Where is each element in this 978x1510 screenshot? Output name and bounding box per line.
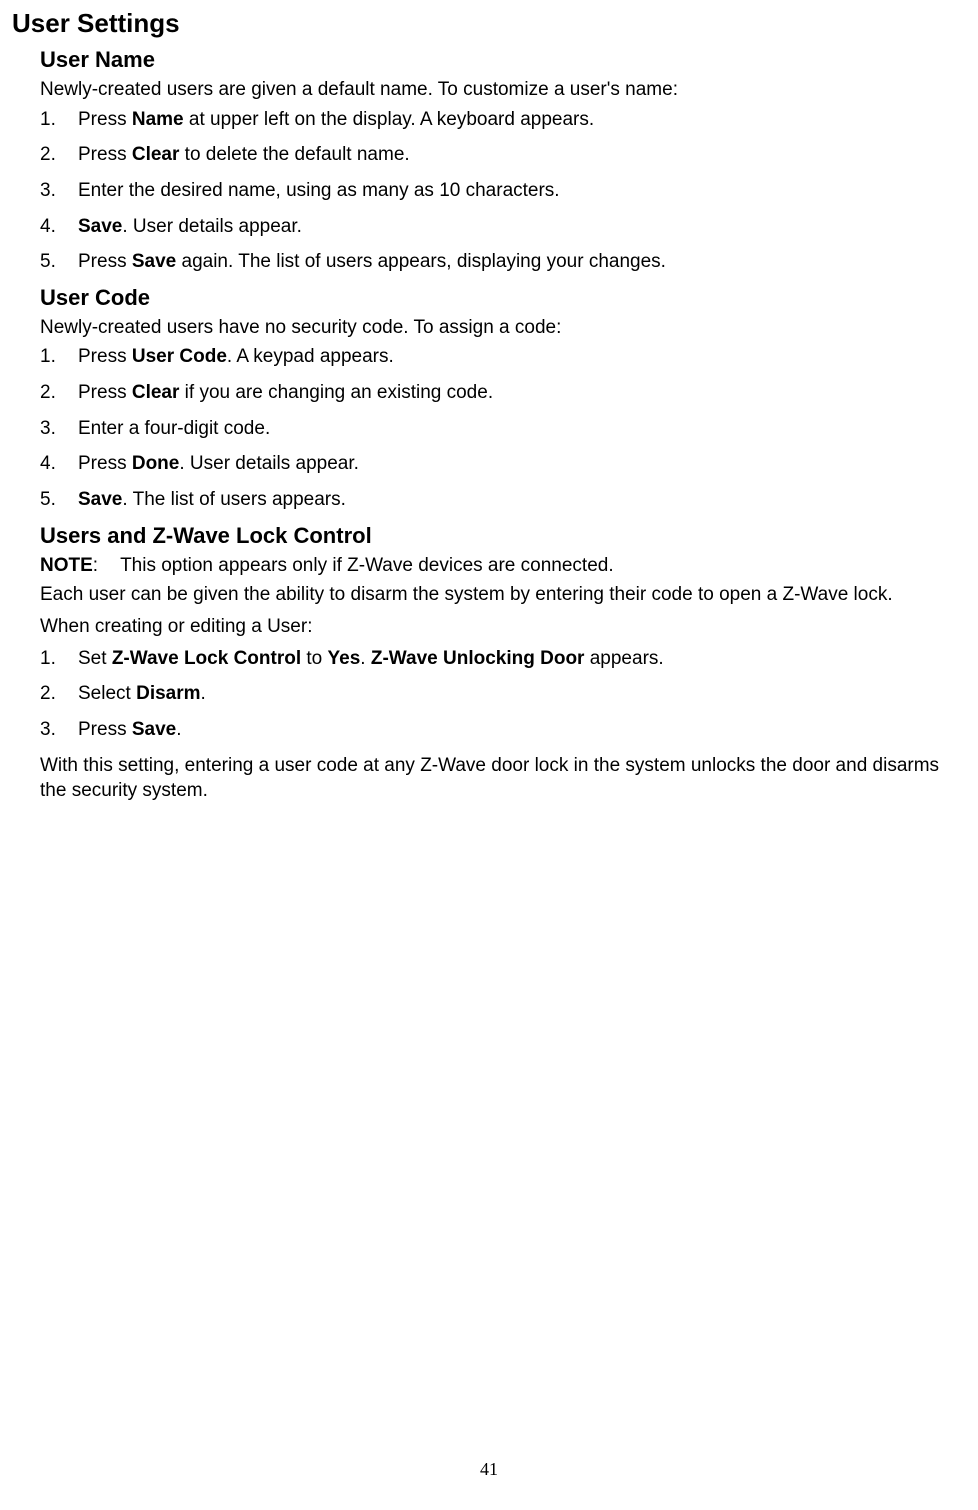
note-zwave: NOTE:This option appears only if Z-Wave … xyxy=(40,553,966,579)
step-2: Select Disarm. xyxy=(40,681,966,707)
step-1: Press Name at upper left on the display.… xyxy=(40,107,966,133)
section-user-name: User Name Newly-created users are given … xyxy=(40,47,966,804)
step-4: Save. User details appear. xyxy=(40,214,966,240)
step-2: Press Clear to delete the default name. xyxy=(40,142,966,168)
page-title: User Settings xyxy=(12,8,966,39)
intro-user-name: Newly-created users are given a default … xyxy=(40,77,966,103)
step-1: Press User Code. A keypad appears. xyxy=(40,344,966,370)
intro-user-code: Newly-created users have no security cod… xyxy=(40,315,966,341)
heading-user-name: User Name xyxy=(40,47,966,73)
step-4: Press Done. User details appear. xyxy=(40,451,966,477)
step-1: Set Z-Wave Lock Control to Yes. Z-Wave U… xyxy=(40,646,966,672)
step-5: Save. The list of users appears. xyxy=(40,487,966,513)
step-3: Enter a four-digit code. xyxy=(40,416,966,442)
steps-user-code: Press User Code. A keypad appears. Press… xyxy=(40,344,966,512)
para-zwave-3: With this setting, entering a user code … xyxy=(40,753,966,804)
para-zwave-1: Each user can be given the ability to di… xyxy=(40,582,966,608)
step-3: Enter the desired name, using as many as… xyxy=(40,178,966,204)
steps-zwave: Set Z-Wave Lock Control to Yes. Z-Wave U… xyxy=(40,646,966,743)
step-2: Press Clear if you are changing an exist… xyxy=(40,380,966,406)
step-5: Press Save again. The list of users appe… xyxy=(40,249,966,275)
heading-user-code: User Code xyxy=(40,285,966,311)
page-number: 41 xyxy=(0,1459,978,1480)
step-3: Press Save. xyxy=(40,717,966,743)
steps-user-name: Press Name at upper left on the display.… xyxy=(40,107,966,275)
para-zwave-2: When creating or editing a User: xyxy=(40,614,966,640)
heading-zwave: Users and Z-Wave Lock Control xyxy=(40,523,966,549)
